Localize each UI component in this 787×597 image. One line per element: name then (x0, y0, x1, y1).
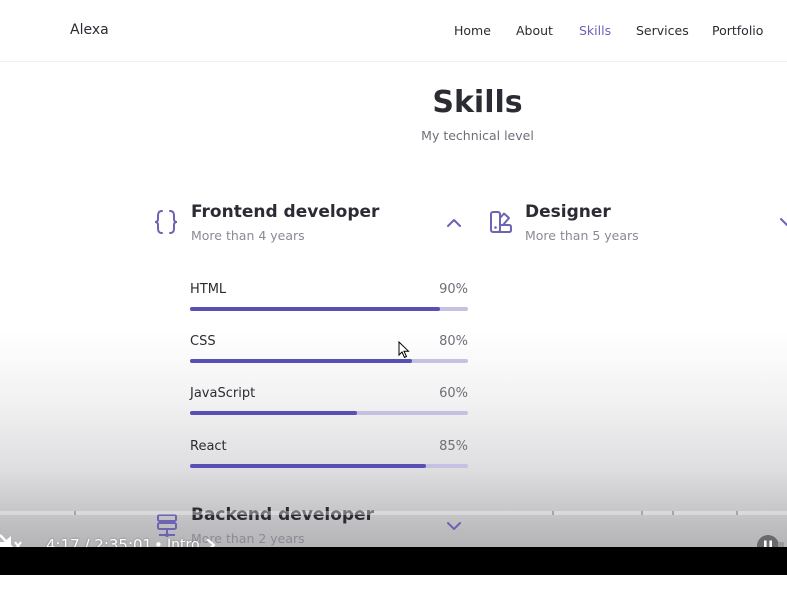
skill-name: React (190, 439, 227, 454)
category-title: Designer (525, 202, 611, 222)
skill-bar-fill (190, 307, 441, 311)
skill-bar-fill (190, 411, 357, 415)
skill-percent: 90% (439, 282, 468, 297)
skill-percent: 85% (439, 439, 468, 454)
chapter-marker (736, 511, 738, 515)
swatchbook-icon (490, 211, 512, 233)
skill-bar-track (190, 307, 468, 311)
nav-link-services[interactable]: Services (636, 23, 689, 38)
nav-link-skills[interactable]: Skills (579, 23, 611, 38)
video-progress-bar[interactable] (0, 511, 787, 515)
skill-bar-track (190, 411, 468, 415)
chevron-up-icon[interactable] (446, 218, 462, 228)
category-title: Backend developer (191, 505, 374, 525)
skill-percent: 80% (439, 334, 468, 349)
skill-bar-fill (190, 464, 427, 468)
category-subtitle: More than 4 years (191, 228, 305, 243)
mouse-cursor-icon (398, 341, 410, 359)
chapter-marker (641, 511, 643, 515)
video-letterbox-bar (0, 547, 787, 575)
skill-percent: 60% (439, 386, 468, 401)
nav-link-about[interactable]: About (516, 23, 553, 38)
skill-bar-track (190, 359, 468, 363)
section-subtitle: My technical level (421, 128, 534, 143)
nav-links: Home About Skills Services Portfolio (0, 23, 787, 43)
navbar: Alexa Home About Skills Services Portfol… (0, 0, 787, 62)
chapter-marker (552, 511, 554, 515)
chapter-marker (74, 511, 76, 515)
nav-link-home[interactable]: Home (454, 23, 491, 38)
page: Alexa Home About Skills Services Portfol… (0, 0, 787, 575)
category-subtitle: More than 5 years (525, 228, 639, 243)
chevron-down-icon[interactable] (779, 217, 787, 227)
braces-icon (154, 210, 178, 234)
skill-name: JavaScript (190, 386, 256, 401)
skill-bar-track (190, 464, 468, 468)
skill-bar-fill (190, 359, 413, 363)
nav-link-portfolio[interactable]: Portfolio (712, 23, 763, 38)
skill-name: HTML (190, 282, 227, 297)
category-title: Frontend developer (191, 202, 380, 222)
section-title: Skills (432, 85, 523, 120)
skill-name: CSS (190, 334, 216, 349)
chapter-marker (672, 511, 674, 515)
